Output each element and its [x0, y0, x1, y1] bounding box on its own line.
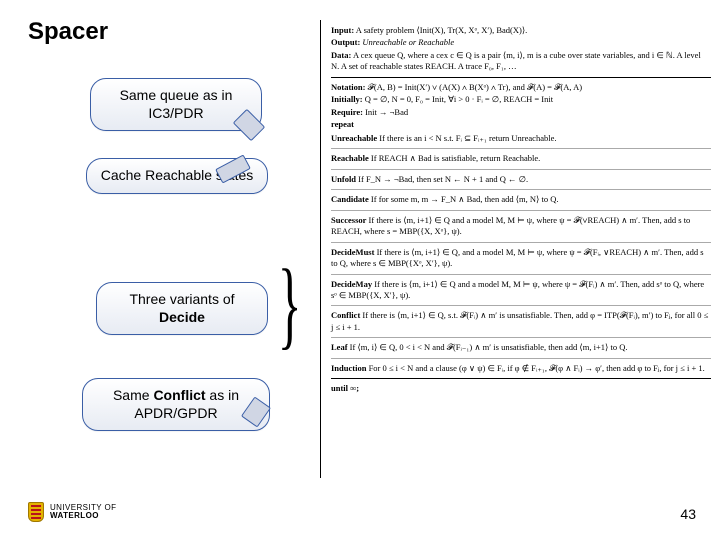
repeat-keyword: repeat: [331, 119, 354, 129]
until-keyword: until ∞;: [331, 383, 359, 393]
algorithm-box: Input: A safety problem ⟨Init(X), Tr(X, …: [320, 20, 717, 478]
callout-decide: Three variants of Decide: [96, 282, 268, 335]
rule-decidemust-name: DecideMust: [331, 247, 374, 257]
footer-line2: WATERLOO: [50, 512, 116, 520]
rule-unreachable-name: Unreachable: [331, 133, 377, 143]
callout-decide-bold: Decide: [159, 309, 205, 325]
callout-conflict: Same Conflict as in APDR/GPDR: [82, 378, 270, 431]
rule-unfold-text: If F_N → ¬Bad, then set N ← N + 1 and Q …: [356, 174, 528, 184]
notation-label: Notation:: [331, 82, 365, 92]
rule-induction-name: Induction: [331, 363, 366, 373]
page-number: 43: [680, 506, 696, 522]
rule-successor-name: Successor: [331, 215, 366, 225]
rule-reachable-name: Reachable: [331, 153, 369, 163]
rule-decidemust-text: If there is ⟨m, i+1⟩ ∈ Q, and a model M,…: [331, 247, 704, 268]
callout-decide-text: Three variants of: [129, 291, 234, 307]
rule-candidate-text: If for some m, m → F_N ∧ Bad, then add ⟨…: [369, 194, 559, 204]
notation-text: 𝓕(A, B) = Init(X′) ∨ (A(X) ∧ B(Xᵒ) ∧ Tr)…: [365, 82, 582, 92]
rule-candidate-name: Candidate: [331, 194, 369, 204]
rule-reachable-text: If REACH ∧ Bad is satisfiable, return Re…: [369, 153, 540, 163]
rule-successor-text: If there is ⟨m, i+1⟩ ∈ Q and a model M, …: [331, 215, 690, 236]
slide-title: Spacer: [28, 18, 108, 46]
rule-decidemay-text: If there is ⟨m, i+1⟩ ∈ Q and a model M, …: [331, 279, 704, 300]
input-label: Input:: [331, 25, 354, 35]
initially-text: Q = ∅, N = 0, F₀ = Init, ∀i > 0 · Fᵢ = ∅…: [363, 94, 553, 104]
rule-leaf-text: If ⟨m, i⟩ ∈ Q, 0 < i < N and 𝓕(Fᵢ₋₁) ∧ m…: [348, 342, 628, 352]
data-label: Data:: [331, 50, 351, 60]
rule-decidemay-name: DecideMay: [331, 279, 372, 289]
require-label: Require:: [331, 107, 363, 117]
brace-icon: }: [278, 256, 302, 355]
crest-icon: [28, 502, 44, 522]
footer-logo: UNIVERSITY OF WATERLOO: [28, 502, 116, 522]
rule-unreachable-text: If there is an i < N s.t. Fᵢ ⊆ Fᵢ₊₁ retu…: [377, 133, 556, 143]
output-label: Output:: [331, 37, 360, 47]
rule-leaf-name: Leaf: [331, 342, 348, 352]
require-text: Init → ¬Bad: [363, 107, 408, 117]
output-text: Unreachable or Reachable: [360, 37, 454, 47]
rule-conflict-name: Conflict: [331, 310, 360, 320]
callout-conflict-pre: Same: [113, 387, 153, 403]
rule-conflict-text: If there is ⟨m, i+1⟩ ∈ Q, s.t. 𝓕(Fᵢ) ∧ m…: [331, 310, 708, 331]
rule-unfold-name: Unfold: [331, 174, 356, 184]
rule-induction-text: For 0 ≤ i < N and a clause (φ ∨ ψ) ∈ Fᵢ,…: [366, 363, 704, 373]
initially-label: Initially:: [331, 94, 363, 104]
callout-conflict-bold: Conflict: [153, 387, 205, 403]
input-text: A safety problem ⟨Init(X), Tr(X, Xᵒ, X′)…: [354, 25, 527, 35]
data-text: A cex queue Q, where a cex c ∈ Q is a pa…: [331, 50, 701, 71]
